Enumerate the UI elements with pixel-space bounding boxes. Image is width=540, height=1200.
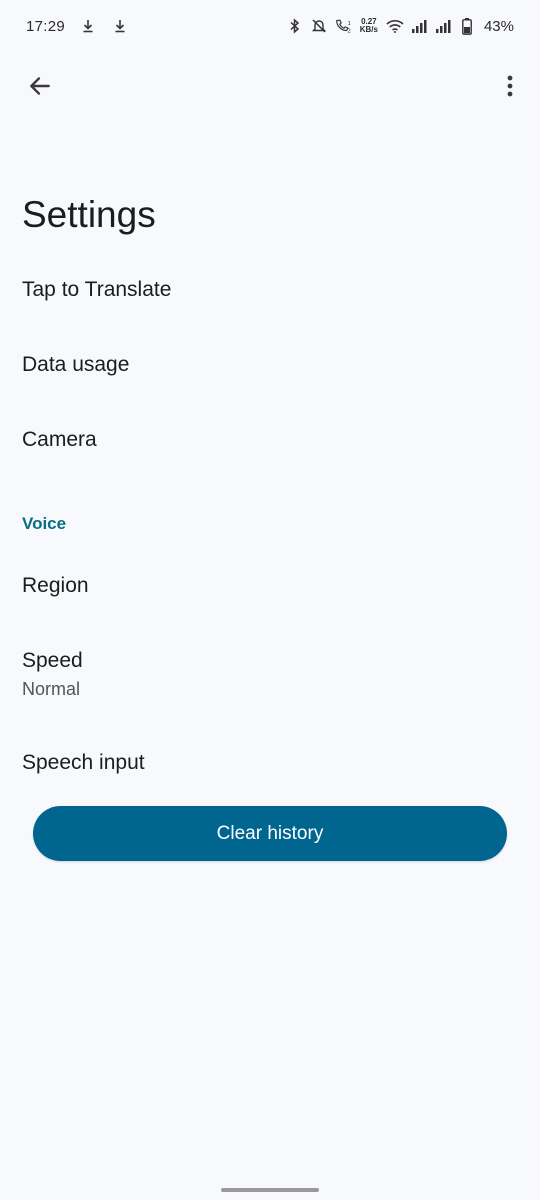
mute-icon [310,17,328,35]
svg-text:1: 1 [347,21,350,27]
call-icon: 12 [334,17,352,35]
status-right: 12 0.27 KB/s 43% [286,17,514,35]
download-icon [79,17,97,35]
item-subtitle: Normal [22,679,81,699]
item-title: Speech input [22,751,145,774]
signal-icon [434,17,452,35]
item-title: Camera [22,428,97,451]
battery-icon [458,17,476,35]
status-time: 17:29 [26,17,66,35]
item-title: Tap to Translate [22,278,172,301]
back-button[interactable] [16,64,64,112]
clear-history-button[interactable]: Clear history [33,806,507,861]
settings-item-camera[interactable]: Camera [0,428,540,452]
status-left: 17:29 [26,17,129,35]
more-vert-icon [506,74,514,103]
battery-percent: 43% [483,17,514,35]
item-title: Region [22,574,89,597]
settings-item-speech-input[interactable]: Speech input [0,751,540,775]
svg-text:2: 2 [347,28,350,34]
more-options-button[interactable] [490,64,530,112]
top-app-bar [0,64,540,112]
status-bar: 17:29 12 0.27 KB/s 43% [0,0,540,52]
arrow-left-icon [27,73,53,104]
network-speed: 0.27 KB/s [360,18,378,34]
download-icon [111,17,129,35]
bluetooth-icon [286,17,304,35]
settings-item-speed[interactable]: Speed Normal [0,649,540,700]
page-title: Settings [22,194,156,235]
speed-unit: KB/s [359,25,378,34]
wifi-icon [386,17,404,35]
signal-icon [410,17,428,35]
item-title: Data usage [22,353,130,376]
settings-item-region[interactable]: Region [0,574,540,598]
home-indicator[interactable] [221,1188,319,1192]
section-header-voice: Voice [22,514,67,533]
item-title: Speed [22,649,83,672]
settings-item-tap-to-translate[interactable]: Tap to Translate [0,278,540,302]
settings-item-data-usage[interactable]: Data usage [0,353,540,377]
